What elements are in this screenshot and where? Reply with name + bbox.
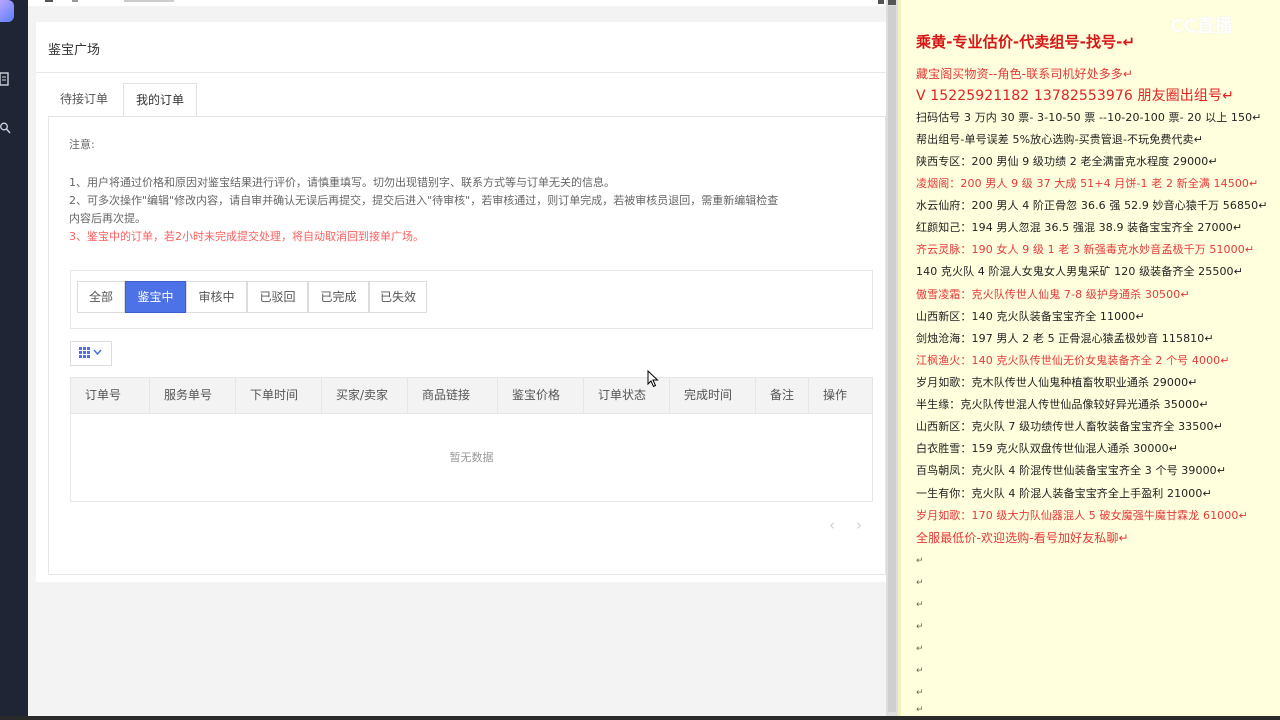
divider bbox=[36, 72, 886, 73]
note-line: 剑烛沧海：197 男人 2 老 5 正骨混心猿孟极妙音 115810↵ bbox=[916, 332, 1214, 345]
note-line: 山西新区：克火队 7 级功绩传世人畜牧装备宝宝齐全 33500↵ bbox=[916, 420, 1223, 433]
main-app: 鉴宝广场 待接订单 我的订单 注意: 1、用户将通过价格和原因对鉴宝结果进行评价… bbox=[28, 0, 886, 716]
paragraph-mark: ↵ bbox=[916, 688, 924, 698]
note-line: 红颜知己：194 男人忽混 36.5 强混 38.9 装备宝宝齐全 27000↵ bbox=[916, 221, 1243, 234]
grid-icon bbox=[79, 347, 102, 358]
top-bar bbox=[28, 0, 886, 6]
note-border bbox=[898, 0, 901, 716]
note-line: 扫码估号 3 万内 30 票- 3-10-50 票 --10-20-100 票-… bbox=[916, 111, 1262, 124]
breadcrumb-fragment bbox=[72, 0, 78, 2]
column-toggle-button[interactable] bbox=[70, 341, 112, 366]
note-line: 山西新区：140 克火队装备宝宝齐全 11000↵ bbox=[916, 310, 1145, 323]
note-line: 帮出组号-单号误差 5%放心选购-买贵管退-不玩免费代卖↵ bbox=[916, 133, 1203, 146]
status-filter-bar: 全部 鉴宝中 审核中 已驳回 已完成 已失效 bbox=[70, 270, 873, 329]
paragraph-mark: ↵ bbox=[916, 600, 924, 610]
paragraph-mark: ↵ bbox=[916, 622, 924, 632]
col-finish-time[interactable]: 完成时间 bbox=[670, 378, 756, 413]
notice-line-2: 2、可多次操作"编辑"修改内容，请自审并确认无误后再提交，提交后进入"待审核"，… bbox=[69, 194, 779, 207]
empty-state: 暂无数据 bbox=[449, 451, 494, 464]
note-line: 凌烟阁：200 男人 9 级 37 大成 51+4 月饼-1 老 2 新全满 1… bbox=[916, 177, 1259, 190]
notice-line-1: 1、用户将通过价格和原因对鉴宝结果进行评价，请慎重填写。切勿出现错别字、联系方式… bbox=[69, 176, 615, 189]
note-line: V 15225921182 13782553976 朋友圈出组号↵ bbox=[916, 88, 1234, 104]
note-line: 江枫渔火：140 克火队传世仙无价女鬼装备齐全 2 个号 4000↵ bbox=[916, 354, 1230, 367]
page-title: 鉴宝广场 bbox=[48, 43, 101, 58]
note-title: 乘黄-专业估价-代卖组号-找号-↵ bbox=[916, 33, 1136, 51]
scrollbar-thumb[interactable] bbox=[888, 6, 896, 712]
note-line: 水云仙府：200 男人 4 阶正骨忽 36.6 强 52.9 妙音心猿千万 56… bbox=[916, 199, 1268, 212]
stream-watermark: CC直播 bbox=[1170, 16, 1233, 37]
col-remark[interactable]: 备注 bbox=[756, 378, 809, 413]
note-line: 140 克火队 4 阶混人女鬼女人男鬼采矿 120 级装备齐全 25500↵ bbox=[916, 265, 1243, 278]
col-order-time[interactable]: 下单时间 bbox=[236, 378, 322, 413]
notice-line-2b: 内容后再次提。 bbox=[69, 212, 146, 225]
col-item-link[interactable]: 商品链接 bbox=[408, 378, 498, 413]
filter-appraising-button[interactable]: 鉴宝中 bbox=[125, 281, 186, 313]
bottom-strip bbox=[0, 716, 1280, 720]
document-icon[interactable] bbox=[0, 72, 12, 86]
note-line: 全服最低价-欢迎选购-看号加好友私聊↵ bbox=[916, 531, 1129, 545]
search-icon[interactable] bbox=[0, 122, 12, 136]
filter-completed-button[interactable]: 已完成 bbox=[308, 281, 369, 313]
menu-icon[interactable] bbox=[45, 0, 53, 2]
paragraph-mark: ↵ bbox=[916, 705, 924, 715]
note-line: 藏宝阁买物资--角色-联系司机好处多多↵ bbox=[916, 67, 1134, 81]
note-line: 陕西专区：200 男仙 9 级功绩 2 老全满雷克水程度 29000↵ bbox=[916, 155, 1218, 168]
paragraph-mark: ↵ bbox=[916, 578, 924, 588]
filter-expired-button[interactable]: 已失效 bbox=[369, 281, 427, 313]
note-line: 傲雪凌霜：克火队传世人仙鬼 7-8 级护身通杀 30500↵ bbox=[916, 288, 1190, 301]
table-header: 订单号 服务单号 下单时间 买家/卖家 商品链接 鉴宝价格 订单状态 完成时间 … bbox=[71, 378, 872, 414]
app-logo-icon bbox=[0, 0, 14, 22]
filter-all-button[interactable]: 全部 bbox=[77, 281, 125, 313]
filter-reviewing-button[interactable]: 审核中 bbox=[186, 281, 247, 313]
col-order-no[interactable]: 订单号 bbox=[71, 378, 150, 413]
note-line: 岁月如歌：克木队传世人仙鬼种植畜牧职业通杀 29000↵ bbox=[916, 376, 1198, 389]
paragraph-mark: ↵ bbox=[916, 644, 924, 654]
col-appraisal-price[interactable]: 鉴宝价格 bbox=[498, 378, 584, 413]
main-card: 鉴宝广场 待接订单 我的订单 注意: 1、用户将通过价格和原因对鉴宝结果进行评价… bbox=[36, 22, 886, 582]
prev-page-button[interactable]: ‹ bbox=[829, 516, 835, 534]
filter-rejected-button[interactable]: 已驳回 bbox=[247, 281, 308, 313]
left-sidebar bbox=[0, 0, 28, 720]
paragraph-mark: ↵ bbox=[916, 556, 924, 566]
breadcrumb-fragment-2 bbox=[124, 0, 174, 2]
note-line: 百鸟朝凤：克火队 4 阶混传世仙装备宝宝齐全 3 个号 39000↵ bbox=[916, 464, 1227, 477]
notice-heading: 注意: bbox=[69, 138, 95, 151]
next-page-button[interactable]: › bbox=[856, 516, 862, 534]
orders-table: 订单号 服务单号 下单时间 买家/卖家 商品链接 鉴宝价格 订单状态 完成时间 … bbox=[70, 377, 873, 502]
note-line: 一生有你：克火队 4 阶混人装备宝宝齐全上手盈利 21000↵ bbox=[916, 487, 1212, 500]
scroll-up-icon[interactable] bbox=[888, 0, 896, 5]
vertical-scrollbar[interactable] bbox=[886, 0, 898, 716]
note-line: 白衣胜雪：159 克火队双盘传世仙混人通杀 30000↵ bbox=[916, 442, 1178, 455]
note-line: 半生缘：克火队传世混人传世仙品像较好异光通杀 35000↵ bbox=[916, 398, 1209, 411]
window-control-fragment[interactable] bbox=[878, 0, 884, 4]
tab-pending-orders[interactable]: 待接订单 bbox=[48, 83, 120, 117]
note-line: 齐云灵脉：190 女人 9 级 1 老 3 新强毒克水妙音孟极千万 51000↵ bbox=[916, 243, 1255, 256]
notice-line-3: 3、鉴宝中的订单，若2小时未完成提交处理，将自动取消回到接单广场。 bbox=[69, 230, 424, 243]
paragraph-mark: ↵ bbox=[916, 666, 924, 676]
col-buyer-seller[interactable]: 买家/卖家 bbox=[322, 378, 408, 413]
note-line: 岁月如歌：170 级大力队仙器混人 5 破女魔强牛魔甘霖龙 61000↵ bbox=[916, 509, 1248, 522]
col-actions[interactable]: 操作 bbox=[809, 378, 872, 413]
tab-my-orders[interactable]: 我的订单 bbox=[123, 83, 198, 117]
col-service-no[interactable]: 服务单号 bbox=[150, 378, 236, 413]
